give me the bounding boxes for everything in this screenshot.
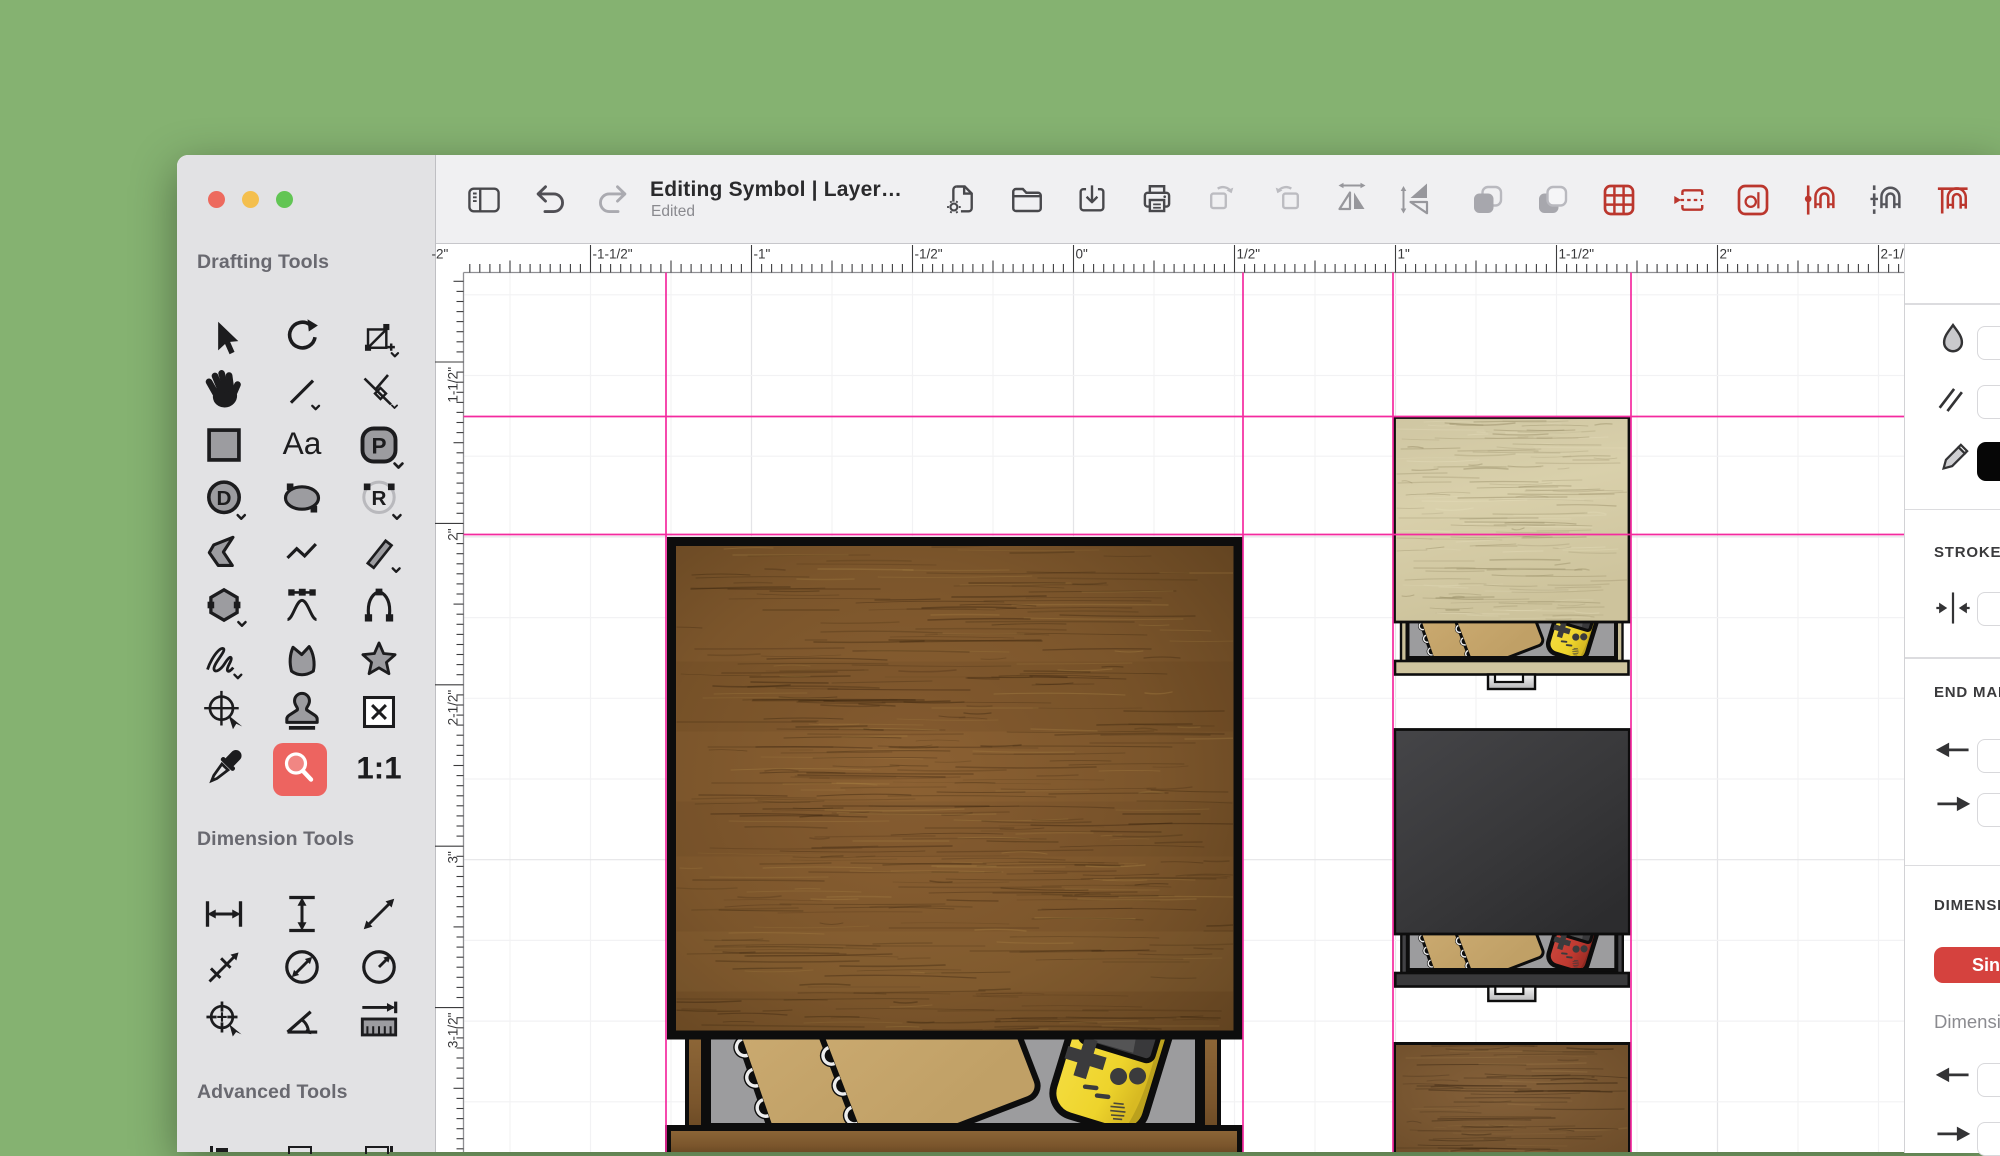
svg-text:1/2": 1/2": [1237, 247, 1261, 262]
svg-text:-2": -2": [432, 247, 449, 262]
svg-text:1": 1": [1398, 247, 1411, 262]
svg-text:2": 2": [446, 528, 461, 541]
svg-text:1-1/2": 1-1/2": [1559, 247, 1595, 262]
svg-text:-1-1/2": -1-1/2": [593, 247, 633, 262]
svg-text:-1": -1": [754, 247, 771, 262]
svg-text:-1/2": -1/2": [915, 247, 943, 262]
svg-text:3": 3": [446, 851, 461, 864]
svg-text:2": 2": [1720, 247, 1733, 262]
svg-text:1-1/2": 1-1/2": [446, 367, 461, 403]
svg-text:2-1/2": 2-1/2": [446, 690, 461, 726]
svg-text:3-1/2": 3-1/2": [446, 1012, 461, 1048]
svg-text:0": 0": [1076, 247, 1089, 262]
